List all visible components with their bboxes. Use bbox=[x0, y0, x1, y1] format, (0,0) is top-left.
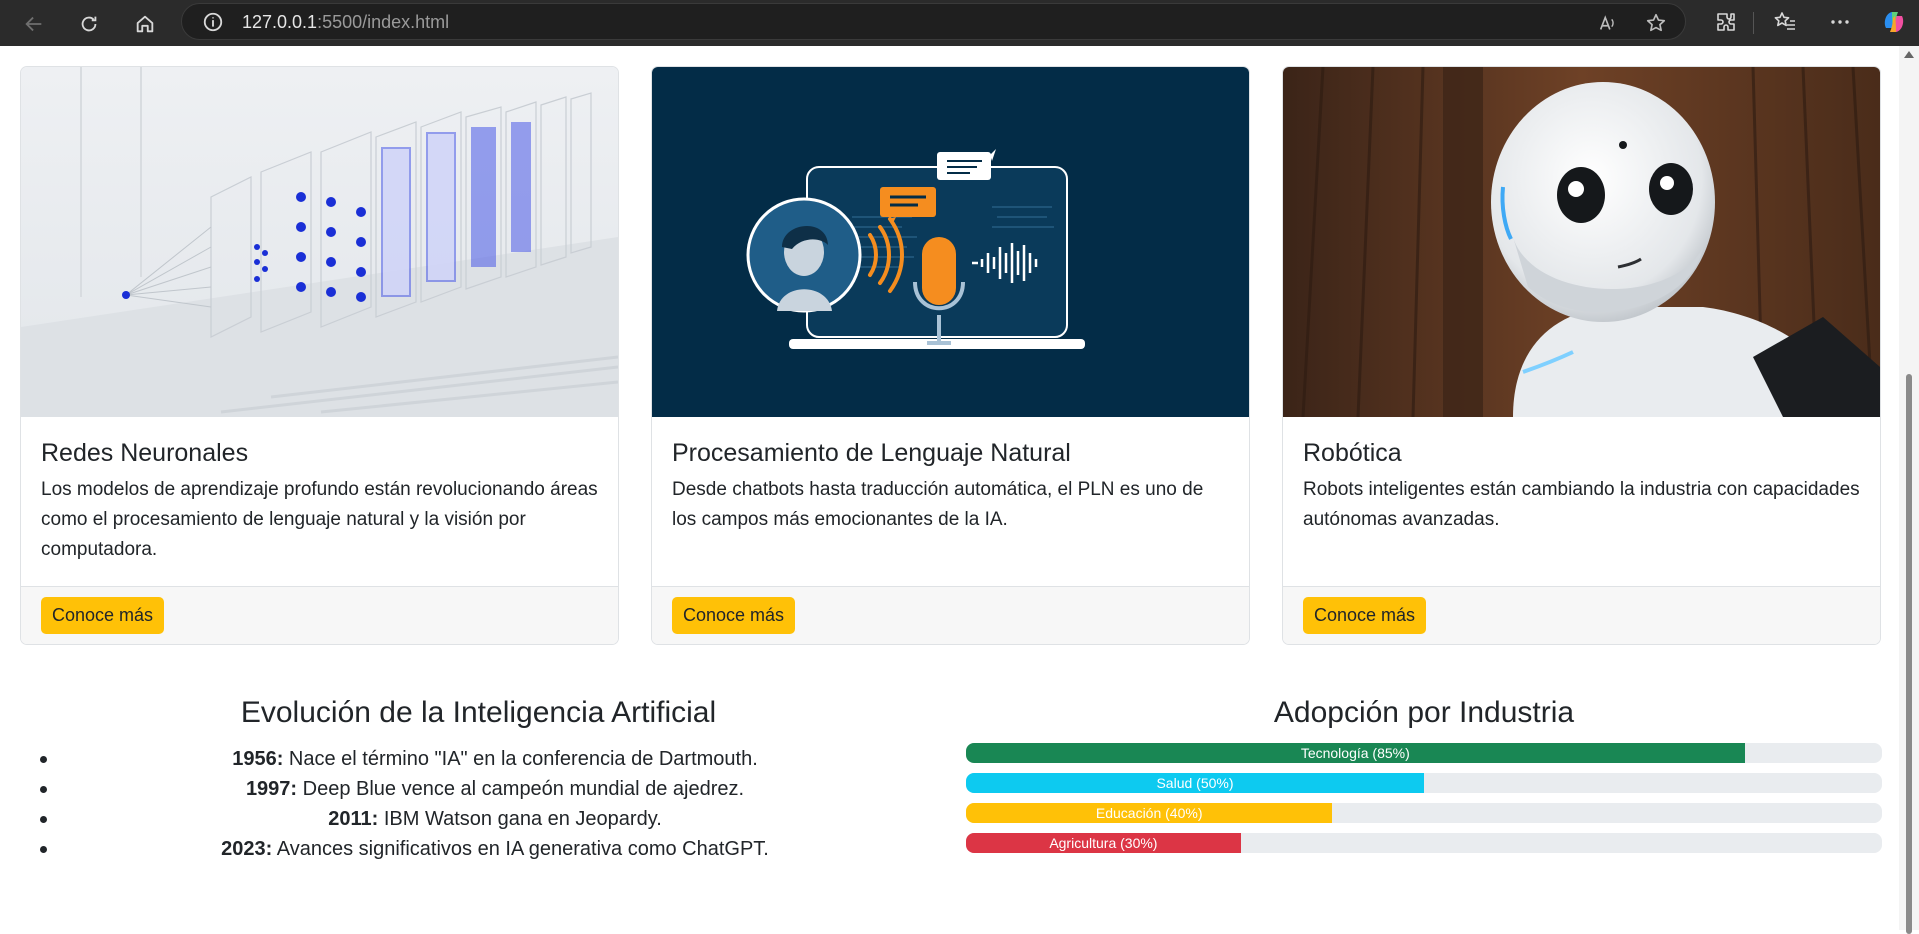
progress-bar-track: Salud (50%) bbox=[966, 773, 1882, 793]
card-footer: Conoce más bbox=[1283, 586, 1880, 644]
timeline-year: 1997: bbox=[245, 778, 298, 800]
card-neural-networks: Redes Neuronales Los modelos de aprendiz… bbox=[20, 66, 619, 645]
favorites-icon[interactable] bbox=[1773, 10, 1797, 34]
url-text[interactable]: 127.0.0.1:5500/index.html bbox=[242, 12, 449, 33]
card-body: Procesamiento de Lenguaje Natural Desde … bbox=[672, 417, 1229, 535]
toolbar-separator bbox=[1753, 12, 1754, 34]
card-title: Redes Neuronales bbox=[41, 439, 249, 467]
favorite-star-icon[interactable] bbox=[1645, 12, 1667, 34]
nlp-voice-illustration bbox=[652, 67, 1249, 417]
reload-button[interactable] bbox=[73, 8, 105, 40]
page-content: Redes Neuronales Los modelos de aprendiz… bbox=[0, 46, 1899, 930]
progress-bar-fill: Educación (40%) bbox=[966, 803, 1333, 823]
progress-bar-fill: Agricultura (30%) bbox=[966, 833, 1241, 853]
browser-toolbar: 127.0.0.1:5500/index.html bbox=[0, 0, 1919, 46]
url-path: :5500/index.html bbox=[317, 12, 450, 32]
home-button[interactable] bbox=[129, 8, 161, 40]
neural-network-illustration bbox=[21, 67, 618, 417]
card-text: Los modelos de aprendizaje profundo está… bbox=[41, 479, 598, 560]
scrollbar-thumb[interactable] bbox=[1906, 374, 1912, 934]
card-robotics: Robótica Robots inteligentes están cambi… bbox=[1282, 66, 1881, 645]
card-footer: Conoce más bbox=[652, 586, 1249, 644]
progress-bar-track: Agricultura (30%) bbox=[966, 833, 1882, 853]
adoption-bars: Tecnología (85%) Salud (50%) Educación (40… bbox=[966, 743, 1882, 863]
scroll-up-arrow-icon[interactable] bbox=[1904, 51, 1914, 58]
timeline-text: IBM Watson gana en Jeopardy. bbox=[378, 808, 662, 830]
url-host: 127.0.0.1 bbox=[242, 12, 318, 32]
more-options-icon[interactable] bbox=[1828, 10, 1852, 34]
read-aloud-icon[interactable] bbox=[1597, 12, 1619, 34]
back-button[interactable] bbox=[18, 8, 50, 40]
card-body: Redes Neuronales Los modelos de aprendiz… bbox=[41, 417, 598, 565]
reload-icon bbox=[81, 16, 97, 32]
home-icon bbox=[136, 15, 154, 33]
copilot-icon[interactable] bbox=[1880, 8, 1908, 36]
timeline-year: 2011: bbox=[328, 808, 379, 830]
learn-more-button[interactable]: Conoce más bbox=[41, 597, 165, 634]
timeline-item: 1956: Nace el término "IA" en la confere… bbox=[40, 744, 950, 774]
progress-bar-fill: Tecnología (85%) bbox=[966, 743, 1745, 763]
timeline-text: Deep Blue vence al campeón mundial de aj… bbox=[297, 778, 745, 800]
timeline-item: 2023: Avances significativos en IA gener… bbox=[40, 834, 950, 864]
card-nlp: Procesamiento de Lenguaje Natural Desde … bbox=[651, 66, 1250, 645]
site-info-icon[interactable] bbox=[202, 11, 224, 33]
progress-bar-fill: Salud (50%) bbox=[966, 773, 1424, 793]
learn-more-button[interactable]: Conoce más bbox=[672, 597, 796, 634]
card-text: Robots inteligentes están cambiando la i… bbox=[1303, 479, 1860, 530]
card-footer: Conoce más bbox=[21, 586, 618, 644]
humanoid-robot-photo bbox=[1283, 67, 1880, 417]
timeline-title: Evolución de la Inteligencia Artificial bbox=[240, 696, 717, 729]
card-body: Robótica Robots inteligentes están cambi… bbox=[1303, 417, 1860, 535]
timeline-text: Nace el término "IA" en la conferencia d… bbox=[283, 748, 758, 770]
extensions-icon[interactable] bbox=[1714, 10, 1738, 34]
learn-more-button[interactable]: Conoce más bbox=[1303, 597, 1427, 634]
progress-bar-track: Educación (40%) bbox=[966, 803, 1882, 823]
back-arrow-icon bbox=[25, 16, 42, 32]
timeline-item: 1997: Deep Blue vence al campeón mundial… bbox=[40, 774, 950, 804]
card-image bbox=[652, 67, 1249, 417]
timeline-item: 2011: IBM Watson gana en Jeopardy. bbox=[40, 804, 950, 834]
card-image bbox=[21, 67, 618, 417]
address-bar[interactable]: 127.0.0.1:5500/index.html bbox=[181, 3, 1686, 40]
timeline-year: 2023: bbox=[221, 838, 273, 860]
card-text: Desde chatbots hasta traducción automáti… bbox=[672, 479, 1204, 530]
timeline-year: 1956: bbox=[232, 748, 284, 770]
vertical-scrollbar[interactable] bbox=[1899, 46, 1919, 934]
card-image bbox=[1283, 67, 1880, 417]
timeline-list: 1956: Nace el término "IA" en la confere… bbox=[40, 744, 950, 864]
card-title: Procesamiento de Lenguaje Natural bbox=[672, 439, 1071, 467]
card-title: Robótica bbox=[1303, 439, 1402, 467]
timeline-text: Avances significativos en IA generativa … bbox=[272, 838, 769, 860]
progress-bar-track: Tecnología (85%) bbox=[966, 743, 1882, 763]
adoption-title: Adopción por Industria bbox=[1273, 696, 1575, 729]
